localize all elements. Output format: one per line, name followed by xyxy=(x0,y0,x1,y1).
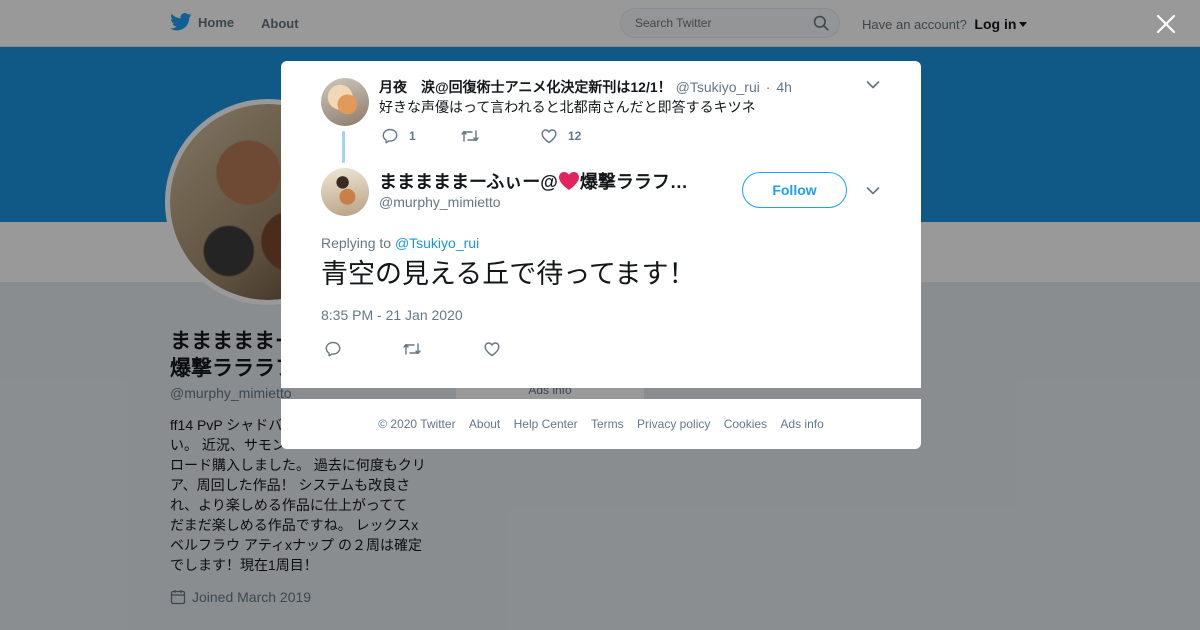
footer-link-terms[interactable]: Terms xyxy=(591,417,624,431)
modal-footer: © 2020 Twitter About Help Center Terms P… xyxy=(281,399,921,449)
tweet-timestamp[interactable]: 8:35 PM - 21 Jan 2020 xyxy=(321,307,463,323)
parent-author-name[interactable]: 月夜 涙@回復術士アニメ化決定新刊は12/1！ xyxy=(379,79,672,95)
follow-button[interactable]: Follow xyxy=(742,172,847,208)
chevron-down-icon[interactable] xyxy=(866,186,880,196)
retweet-icon xyxy=(403,343,421,355)
retweet-icon xyxy=(461,130,479,142)
like-count: 12 xyxy=(568,129,582,143)
footer-link-about[interactable]: About xyxy=(469,417,500,431)
heart-emoji xyxy=(558,172,579,190)
tweet-author-avatar[interactable] xyxy=(321,168,369,216)
reply-action[interactable] xyxy=(324,340,342,358)
chevron-down-icon[interactable] xyxy=(866,80,880,90)
like-icon xyxy=(541,129,557,144)
like-action[interactable]: 12 xyxy=(540,127,581,145)
replying-to: Replying to @Tsukiyo_rui xyxy=(321,235,479,251)
reply-action[interactable]: 1 xyxy=(381,127,416,145)
footer-link-privacy[interactable]: Privacy policy xyxy=(637,417,710,431)
footer-link-ads-info[interactable]: Ads info xyxy=(780,417,823,431)
thread-connector-line xyxy=(342,131,345,163)
author-name-part2: 爆撃ララフ… xyxy=(579,172,688,192)
tweet-modal: 月夜 涙@回復術士アニメ化決定新刊は12/1！ @Tsukiyo_rui · 4h… xyxy=(281,61,921,388)
replying-prefix: Replying to xyxy=(321,235,392,251)
footer-copyright: © 2020 Twitter xyxy=(378,417,456,431)
retweet-action[interactable] xyxy=(460,127,490,145)
footer-links: © 2020 Twitter About Help Center Terms P… xyxy=(281,417,921,431)
like-icon xyxy=(484,342,500,357)
parent-tweet-time[interactable]: 4h xyxy=(776,79,792,95)
parent-tweet-text: 好きな声優はって言われると北都南さんだと即答するキツネ xyxy=(379,99,756,115)
reply-icon xyxy=(382,128,398,144)
replying-to-handle[interactable]: @Tsukiyo_rui xyxy=(395,235,479,251)
parent-tweet-header: 月夜 涙@回復術士アニメ化決定新刊は12/1！ @Tsukiyo_rui · 4h xyxy=(379,77,792,97)
author-name-part1: まままままーふぃー@ xyxy=(379,172,558,192)
reply-icon xyxy=(325,341,341,357)
parent-author-handle[interactable]: @Tsukiyo_rui xyxy=(676,79,760,95)
footer-link-help-center[interactable]: Help Center xyxy=(514,417,578,431)
reply-count: 1 xyxy=(409,129,416,143)
retweet-action[interactable] xyxy=(402,340,422,358)
like-action[interactable] xyxy=(483,340,501,358)
footer-link-cookies[interactable]: Cookies xyxy=(724,417,767,431)
tweet-author-name[interactable]: まままままーふぃー@ 爆撃ララフ… xyxy=(379,168,699,194)
tweet-text: 青空の見える丘で待ってます！ xyxy=(321,259,696,290)
time-separator: · xyxy=(765,79,771,95)
tweet-author-handle[interactable]: @murphy_mimietto xyxy=(379,194,501,210)
parent-author-avatar[interactable] xyxy=(321,78,369,126)
close-icon[interactable] xyxy=(1156,14,1176,34)
